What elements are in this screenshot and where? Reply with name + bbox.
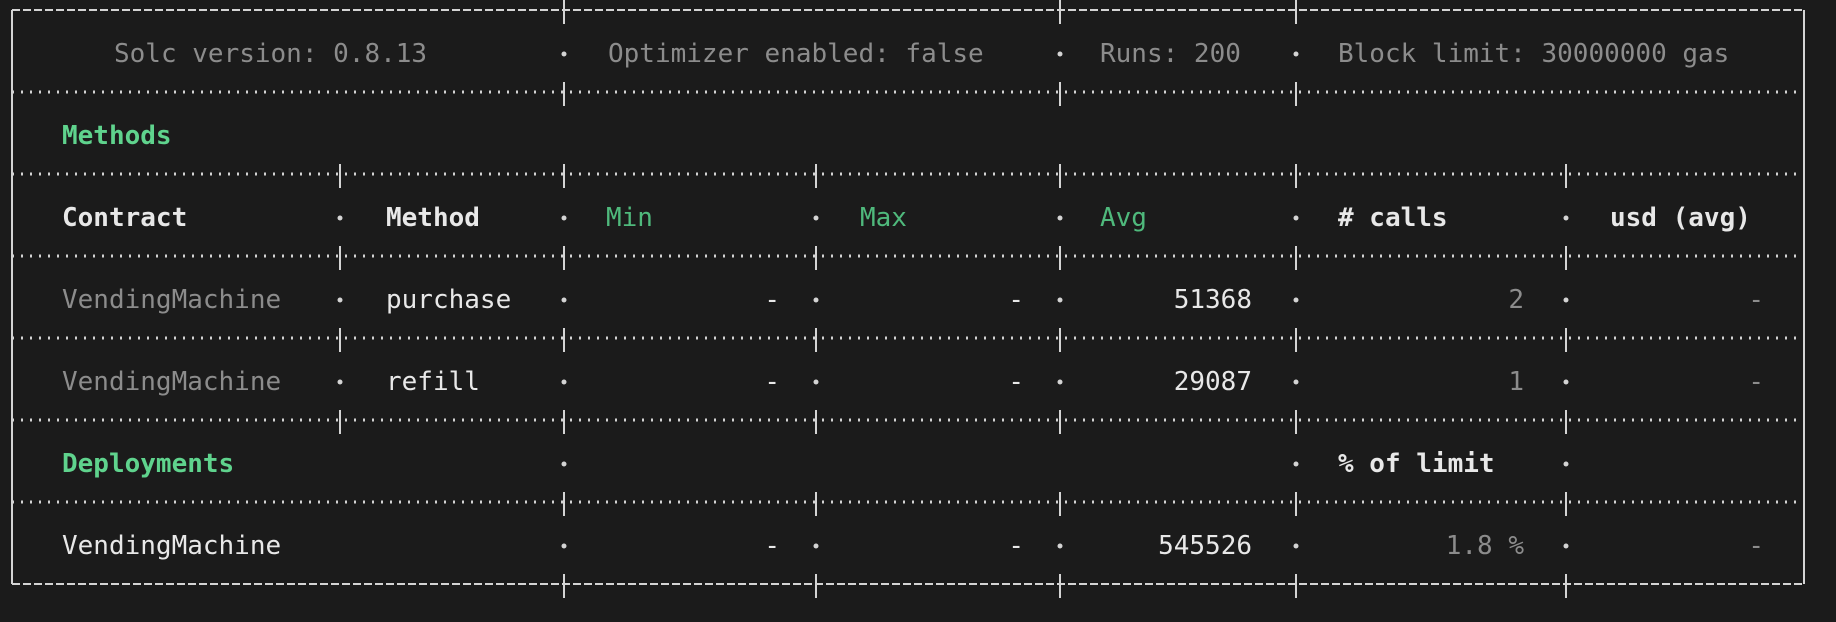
method-row-calls: 1 (1508, 367, 1524, 397)
column-separator-dot (1563, 461, 1569, 467)
method-row-max: - (1008, 367, 1024, 397)
column-separator-dot (561, 379, 567, 385)
column-separator-dot (561, 51, 567, 57)
method-row-avg: 29087 (1174, 367, 1252, 397)
method-row-usd: - (1748, 285, 1764, 315)
column-separator-dot (1563, 543, 1569, 549)
deployment-row-avg: 545526 (1158, 531, 1252, 561)
header-method: Method (386, 203, 480, 233)
column-separator-dot (1293, 543, 1299, 549)
column-separator-dot (1293, 297, 1299, 303)
column-separator-dot (561, 215, 567, 221)
column-separator-dot (1057, 51, 1063, 57)
column-separator-dot (561, 297, 567, 303)
column-separator-dot (1293, 461, 1299, 467)
header-max: Max (860, 203, 907, 233)
method-row-contract: VendingMachine (62, 285, 281, 315)
block-limit: Block limit: 30000000 gas (1338, 39, 1729, 69)
method-row-avg: 51368 (1174, 285, 1252, 315)
method-row-method: purchase (386, 285, 511, 315)
column-separator-dot (1057, 215, 1063, 221)
column-separator-dot (1563, 379, 1569, 385)
column-separator-dot (561, 461, 567, 467)
deployment-row-min: - (764, 531, 780, 561)
header-min: Min (606, 203, 653, 233)
method-row-min: - (764, 285, 780, 315)
column-separator-dot (337, 379, 343, 385)
method-row-calls: 2 (1508, 285, 1524, 315)
column-separator-dot (813, 379, 819, 385)
column-separator-dot (1057, 379, 1063, 385)
header-avg: Avg (1100, 203, 1147, 233)
deployment-row-max: - (1008, 531, 1024, 561)
optimizer-setting: Optimizer enabled: false (608, 39, 984, 69)
header-percent-of-limit: % of limit (1338, 449, 1495, 479)
method-row-max: - (1008, 285, 1024, 315)
deployment-row-percent: 1.8 % (1446, 531, 1525, 561)
header-calls: # calls (1338, 203, 1448, 233)
header-contract: Contract (62, 203, 187, 233)
column-separator-dot (1057, 543, 1063, 549)
column-separator-dot (813, 215, 819, 221)
column-separator-dot (561, 543, 567, 549)
column-separator-dot (1293, 51, 1299, 57)
deployment-row-contract: VendingMachine (62, 531, 281, 561)
column-separator-dot (1563, 215, 1569, 221)
optimizer-runs: Runs: 200 (1100, 39, 1241, 69)
deployments-section-title: Deployments (62, 449, 234, 479)
gas-report-terminal: Solc version: 0.8.13 Optimizer enabled: … (4, 0, 1832, 622)
column-separator-dot (1057, 297, 1063, 303)
methods-section-title: Methods (62, 121, 172, 151)
method-row-min: - (764, 367, 780, 397)
column-separator-dot (1563, 297, 1569, 303)
column-separator-dot (337, 215, 343, 221)
deployment-row-usd: - (1748, 531, 1764, 561)
column-separator-dot (813, 297, 819, 303)
column-separator-dot (1293, 379, 1299, 385)
column-separator-dot (1293, 215, 1299, 221)
method-row-usd: - (1748, 367, 1764, 397)
gas-report-table: Solc version: 0.8.13 Optimizer enabled: … (11, 0, 1805, 598)
header-usd: usd (avg) (1610, 203, 1751, 233)
column-separator-dot (337, 297, 343, 303)
solc-version: Solc version: 0.8.13 (114, 39, 427, 69)
method-row-contract: VendingMachine (62, 367, 281, 397)
column-separator-dot (813, 543, 819, 549)
method-row-method: refill (386, 367, 480, 397)
